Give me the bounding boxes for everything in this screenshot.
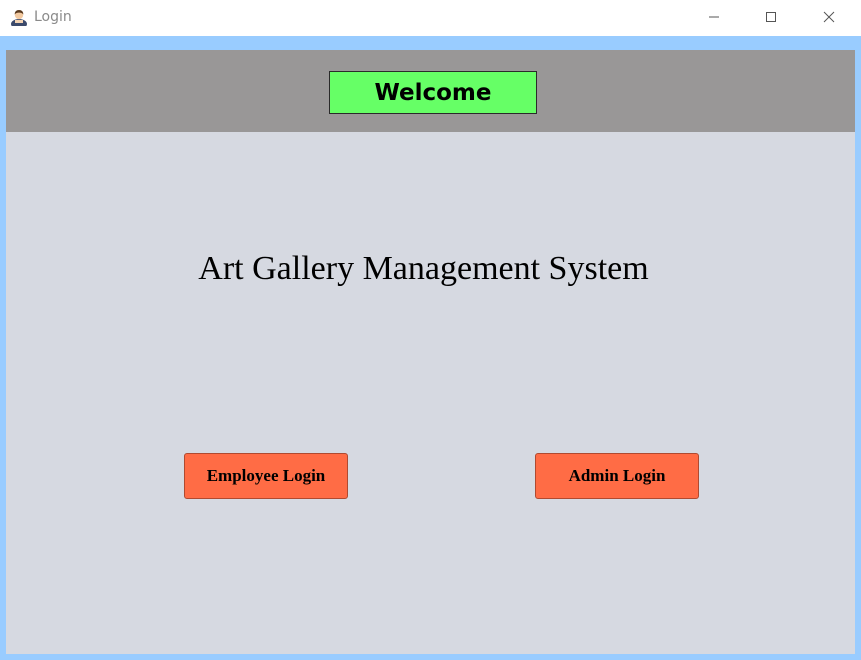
welcome-label: Welcome [329,71,537,114]
maximize-icon [765,8,777,27]
title-bar[interactable]: Login [0,0,861,36]
header-band: Welcome [6,50,855,132]
window-title: Login [34,9,72,25]
admin-login-button[interactable]: Admin Login [535,453,699,499]
close-button[interactable] [800,0,858,34]
main-panel: Welcome Art Gallery Management System Em… [6,50,855,654]
user-icon [10,8,28,29]
employee-login-button[interactable]: Employee Login [184,453,348,499]
maximize-button[interactable] [742,0,800,34]
minimize-icon [708,8,720,27]
minimize-button[interactable] [685,0,743,34]
close-icon [823,8,835,27]
login-window: Login Welcome Art Gallery Management Sys… [0,0,861,660]
system-title: Art Gallery Management System [6,248,855,290]
system-title-text: Art Gallery Management System [198,250,649,287]
